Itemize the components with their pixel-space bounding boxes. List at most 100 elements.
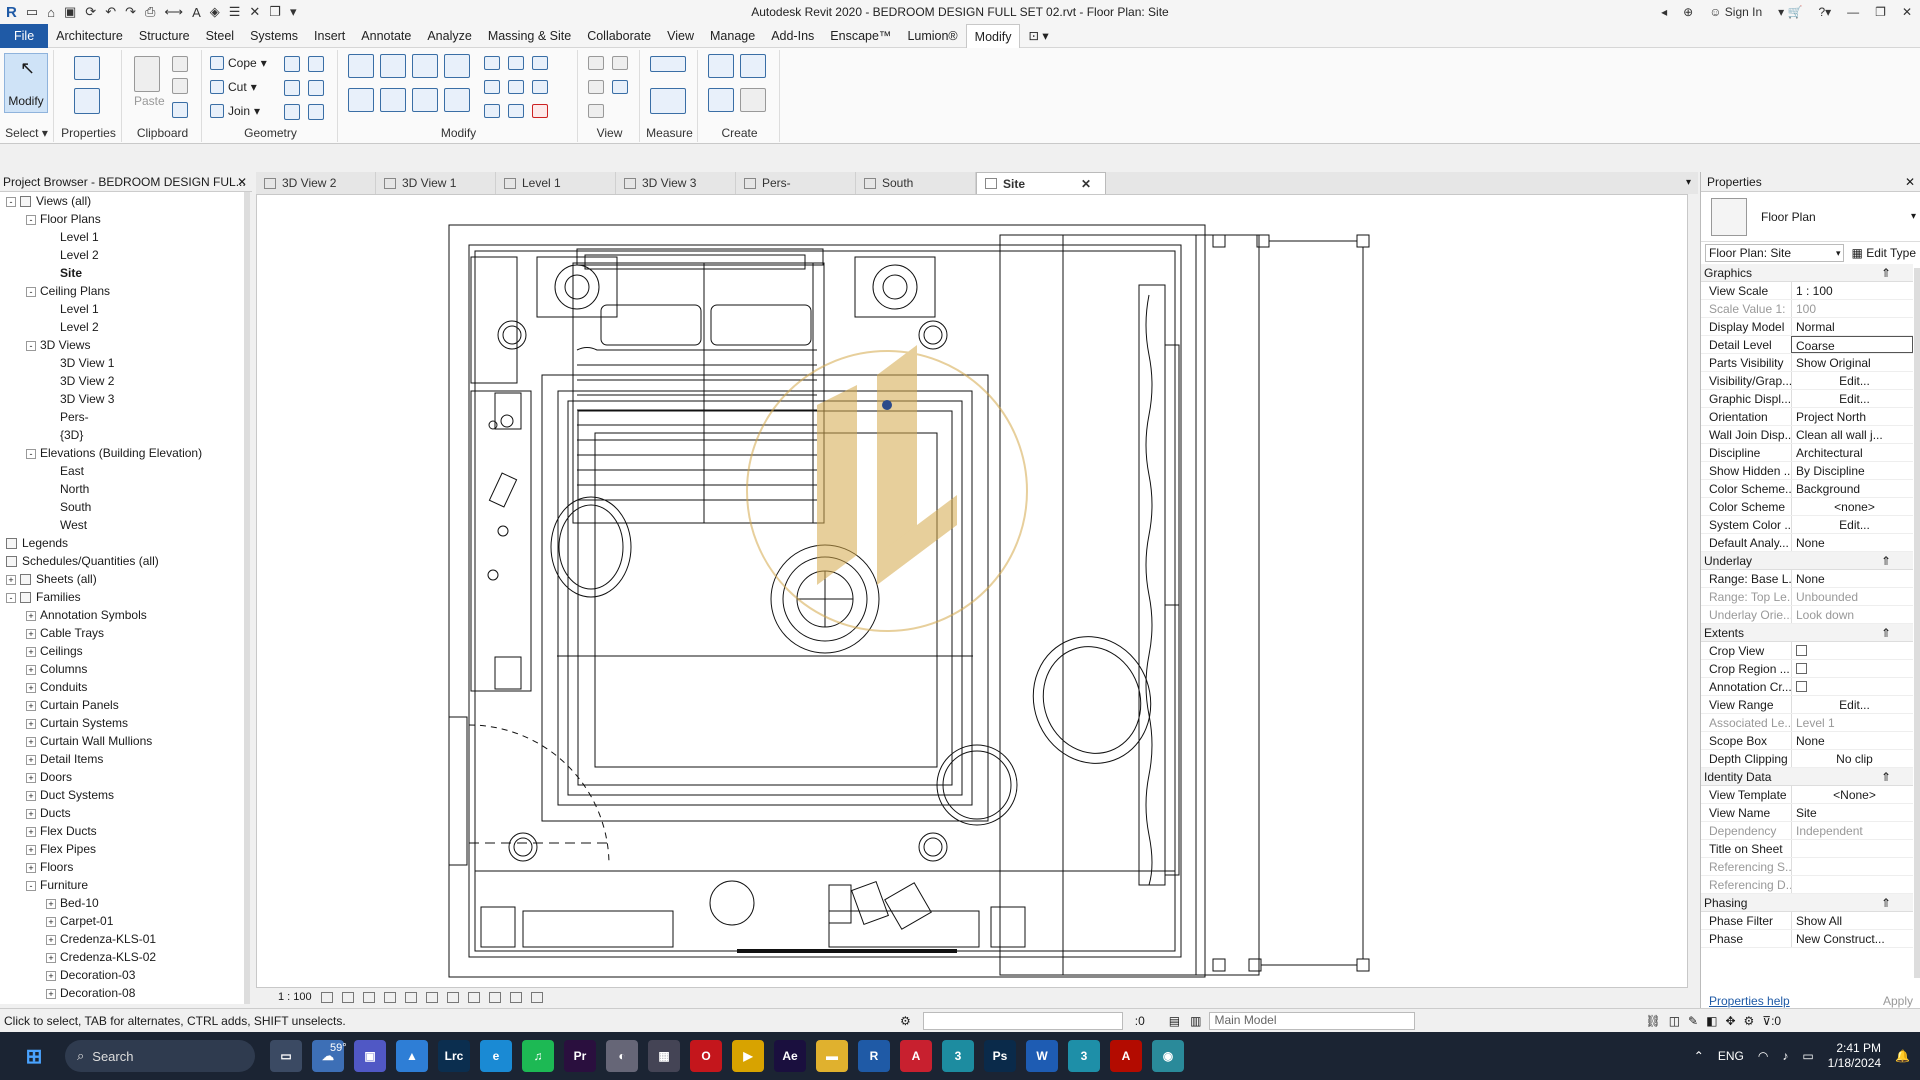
worksets-icon[interactable]: ⚙: [900, 1014, 911, 1028]
taskbar-clock[interactable]: 2:41 PM 1/18/2024: [1828, 1041, 1881, 1071]
unlock-3d-view-icon[interactable]: [467, 991, 480, 1003]
cart-icon[interactable]: ▾ 🛒: [1778, 5, 1802, 19]
browser-item[interactable]: + Decoration-08: [0, 984, 245, 1002]
property-value[interactable]: Edit...: [1791, 696, 1913, 713]
autocad-icon[interactable]: A: [900, 1040, 932, 1072]
design-option-dropdown[interactable]: Main Model: [1209, 1011, 1416, 1030]
match-type-icon[interactable]: [172, 102, 188, 118]
property-row[interactable]: Parts Visibility Show Original: [1701, 354, 1913, 372]
expand-icon[interactable]: +: [26, 718, 36, 729]
property-value[interactable]: No clip: [1791, 750, 1913, 767]
notification-bell-icon[interactable]: 🔔: [1895, 1049, 1910, 1063]
browser-item[interactable]: + Curtain Wall Mullions: [0, 732, 245, 750]
property-value[interactable]: [1791, 876, 1913, 893]
collapse-icon[interactable]: -: [6, 196, 16, 207]
property-value[interactable]: [1791, 678, 1913, 695]
property-row[interactable]: Dependency Independent: [1701, 822, 1913, 840]
view-tab[interactable]: 3D View 2: [256, 172, 376, 194]
expand-icon[interactable]: +: [26, 862, 36, 873]
unpin-icon[interactable]: [532, 56, 548, 70]
property-row[interactable]: Color Scheme <none>: [1701, 498, 1913, 516]
property-row[interactable]: Default Analy... None: [1701, 534, 1913, 552]
property-value[interactable]: Look down: [1791, 606, 1913, 623]
language-indicator[interactable]: ENG: [1718, 1049, 1744, 1063]
property-value[interactable]: <none>: [1791, 498, 1913, 515]
visual-style-icon[interactable]: [341, 991, 354, 1003]
reveal-hidden-icon[interactable]: [509, 991, 522, 1003]
browser-item[interactable]: + Duct Systems: [0, 786, 245, 804]
beam-join-icon[interactable]: [284, 104, 300, 120]
property-row[interactable]: View Name Site: [1701, 804, 1913, 822]
view-tab[interactable]: Level 1: [496, 172, 616, 194]
close-tab-icon[interactable]: ✕: [1081, 173, 1091, 195]
property-row[interactable]: Crop View: [1701, 642, 1913, 660]
browser-item[interactable]: Level 1: [0, 300, 245, 318]
browser-item[interactable]: + Conduits: [0, 678, 245, 696]
elevation-marker[interactable]: [882, 400, 892, 410]
property-row[interactable]: Graphic Displ... Edit...: [1701, 390, 1913, 408]
wifi-icon[interactable]: ◠: [1758, 1049, 1768, 1063]
drag-elements-icon[interactable]: ✥: [1725, 1014, 1735, 1028]
battery-icon[interactable]: ▭: [1802, 1049, 1813, 1063]
property-value[interactable]: Edit...: [1791, 516, 1913, 533]
browser-item[interactable]: + Cable Trays: [0, 624, 245, 642]
browser-item[interactable]: - Floor Plans: [0, 210, 245, 228]
properties-scrollbar[interactable]: [1914, 268, 1920, 978]
move-icon[interactable]: [348, 88, 374, 112]
property-section-header[interactable]: Identity Data ⇑: [1701, 768, 1913, 786]
view-tab[interactable]: South: [856, 172, 976, 194]
photoshop-icon[interactable]: Ps: [984, 1040, 1016, 1072]
split-icon[interactable]: [484, 56, 500, 70]
view-tab[interactable]: Site ✕: [976, 172, 1106, 194]
photos-icon[interactable]: ▲: [396, 1040, 428, 1072]
close-properties-icon[interactable]: ✕: [1905, 172, 1915, 192]
property-value[interactable]: [1791, 642, 1913, 659]
browser-item[interactable]: Schedules/Quantities (all): [0, 552, 245, 570]
property-value[interactable]: New Construct...: [1791, 930, 1913, 947]
expand-icon[interactable]: +: [26, 808, 36, 819]
collapse-section-icon[interactable]: ⇑: [1881, 264, 1891, 282]
menu-tab-manage[interactable]: Manage: [702, 24, 763, 48]
browser-item[interactable]: + Carpet-01: [0, 912, 245, 930]
expand-icon[interactable]: +: [46, 988, 56, 999]
measure-icon[interactable]: ⟷: [164, 4, 183, 20]
copy-element-icon[interactable]: [380, 88, 406, 112]
background-processes-icon[interactable]: ⚙: [1744, 1014, 1755, 1028]
property-row[interactable]: Scope Box None: [1701, 732, 1913, 750]
create-assembly-icon[interactable]: [708, 54, 734, 78]
menu-tab-add-ins[interactable]: Add-Ins: [763, 24, 822, 48]
align-icon[interactable]: [348, 54, 374, 78]
expand-icon[interactable]: +: [26, 754, 36, 765]
save-icon[interactable]: ▣: [64, 4, 76, 20]
properties-icon[interactable]: [74, 88, 100, 114]
browser-item[interactable]: + Flex Pipes: [0, 840, 245, 858]
teams-icon[interactable]: ▣: [354, 1040, 386, 1072]
select-underlay-icon[interactable]: ◫: [1669, 1014, 1680, 1028]
join-button[interactable]: Join ▾: [210, 104, 260, 118]
collapse-icon[interactable]: -: [26, 286, 36, 297]
browser-item[interactable]: - Views (all): [0, 192, 245, 210]
browser-item[interactable]: 3D View 2: [0, 372, 245, 390]
type-properties-icon[interactable]: [74, 56, 100, 80]
property-value[interactable]: Site: [1791, 804, 1913, 821]
property-row[interactable]: View Template <None>: [1701, 786, 1913, 804]
crop-region[interactable]: [448, 224, 1206, 978]
expand-icon[interactable]: +: [46, 934, 56, 945]
browser-item[interactable]: + Bed-10: [0, 894, 245, 912]
properties-help-link[interactable]: Properties help: [1709, 994, 1790, 1008]
trim-multiple-icon[interactable]: [484, 104, 500, 118]
calculator-icon[interactable]: ▦: [648, 1040, 680, 1072]
expand-icon[interactable]: +: [26, 826, 36, 837]
weather-widget[interactable]: 59°: [330, 1042, 347, 1054]
menu-tab-insert[interactable]: Insert: [306, 24, 353, 48]
collapse-icon[interactable]: -: [6, 592, 16, 603]
linework-icon[interactable]: [588, 80, 604, 94]
browser-item[interactable]: + Credenza-KLS-02: [0, 948, 245, 966]
split-gap-icon[interactable]: [508, 56, 524, 70]
property-row[interactable]: Wall Join Disp... Clean all wall j...: [1701, 426, 1913, 444]
browser-item[interactable]: East: [0, 462, 245, 480]
select-pinned-icon[interactable]: ✎: [1688, 1014, 1698, 1028]
print-icon[interactable]: ⎙: [145, 4, 155, 20]
property-value[interactable]: Independent: [1791, 822, 1913, 839]
browser-scrollbar[interactable]: [244, 192, 250, 1004]
